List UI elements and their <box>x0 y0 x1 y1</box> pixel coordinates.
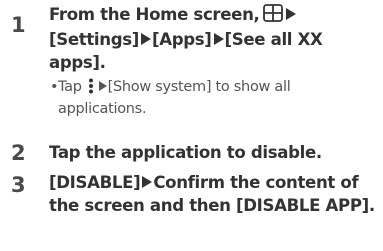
step-text-part: [Settings] <box>49 30 139 49</box>
arrow-right-icon <box>98 81 107 91</box>
arrow-right-icon <box>213 33 224 45</box>
step-text-part: [DISABLE] <box>49 173 141 192</box>
step-text: [DISABLE] Confirm the content of the scre… <box>49 171 379 217</box>
note-text-part: Tap <box>58 79 82 95</box>
step-text-part: From the Home screen, <box>49 5 260 24</box>
step-note: • Tap [Show system] to show all applicati… <box>50 78 378 119</box>
step-number: 3 <box>11 173 26 197</box>
step-number: 2 <box>11 141 26 165</box>
arrow-right-icon <box>142 176 153 188</box>
arrow-right-icon <box>286 8 297 20</box>
arrow-right-icon <box>141 33 151 45</box>
step-number: 1 <box>11 13 26 37</box>
step-text: Tap the application to disable. <box>49 143 322 162</box>
step-text: From the Home screen, [Settings] [Apps] [Se… <box>49 3 379 74</box>
note-bullet: • <box>50 79 59 95</box>
apps-grid-icon <box>263 4 284 28</box>
step-text-part: [Apps] <box>152 30 212 49</box>
more-vertical-icon <box>88 78 94 100</box>
